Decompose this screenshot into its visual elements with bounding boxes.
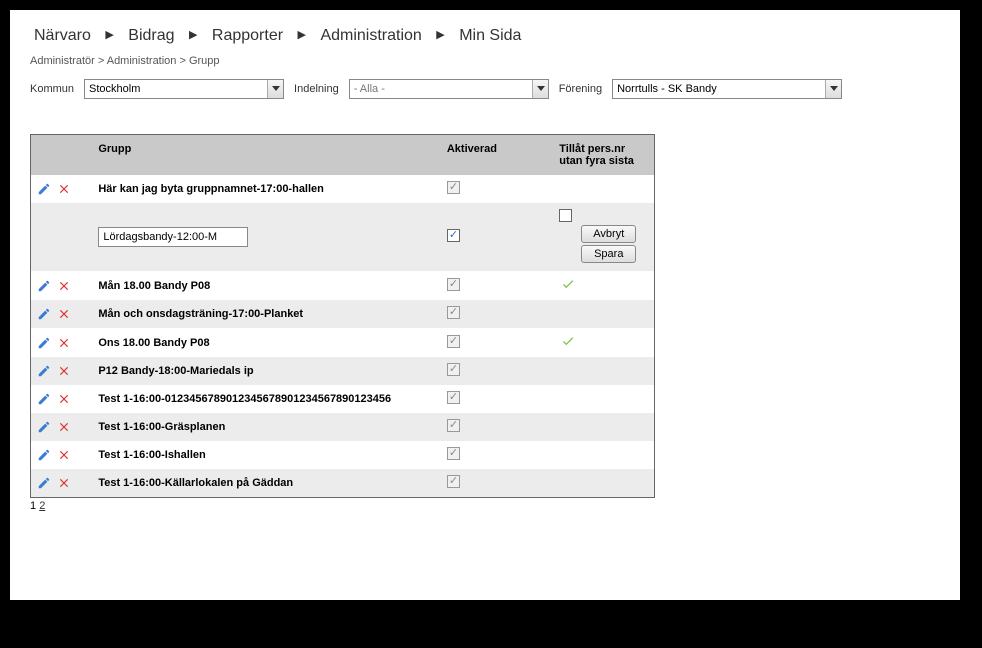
aktiverad-checkbox (447, 335, 460, 348)
header-actions (31, 135, 93, 176)
delete-icon[interactable] (57, 420, 71, 434)
table-row: Mån 18.00 Bandy P08 (31, 271, 655, 300)
tillat-checkbox[interactable] (559, 209, 572, 222)
main-nav: Närvaro ▶ Bidrag ▶ Rapporter ▶ Administr… (30, 25, 940, 47)
edit-icon[interactable] (37, 364, 51, 378)
forening-select[interactable]: Norrtulls - SK Bandy (612, 79, 842, 99)
group-name: Här kan jag byta gruppnamnet-17:00-halle… (92, 175, 441, 203)
filter-bar: Kommun Stockholm Indelning - Alla - Före… (30, 79, 940, 99)
nav-item-administration[interactable]: Administration (316, 25, 425, 47)
groups-table: Grupp Aktiverad Tillåt pers.nr utan fyra… (30, 134, 655, 498)
app-window: Närvaro ▶ Bidrag ▶ Rapporter ▶ Administr… (10, 10, 960, 600)
group-name: Ons 18.00 Bandy P08 (92, 328, 441, 357)
breadcrumb: Administratör > Administration > Grupp (30, 55, 940, 67)
edit-icon[interactable] (37, 476, 51, 490)
aktiverad-checkbox (447, 475, 460, 488)
header-aktiverad: Aktiverad (441, 135, 553, 176)
edit-icon[interactable] (37, 182, 51, 196)
delete-icon[interactable] (57, 448, 71, 462)
aktiverad-checkbox (447, 306, 460, 319)
group-name: Mån 18.00 Bandy P08 (92, 271, 441, 300)
header-tillat: Tillåt pers.nr utan fyra sista (553, 135, 654, 176)
checkmark-icon (559, 334, 575, 346)
edit-icon[interactable] (37, 420, 51, 434)
group-name: Test 1-16:00-012345678901234567890123456… (92, 385, 441, 413)
checkmark-icon (559, 277, 575, 289)
forening-label: Förening (559, 83, 602, 95)
kommun-select[interactable]: Stockholm (84, 79, 284, 99)
pager: 1 2 (30, 500, 940, 512)
aktiverad-checkbox (447, 363, 460, 376)
aktiverad-checkbox (447, 278, 460, 291)
cancel-button[interactable]: Avbryt (581, 225, 636, 243)
aktiverad-checkbox (447, 419, 460, 432)
delete-icon[interactable] (57, 307, 71, 321)
nav-item-rapporter[interactable]: Rapporter (208, 25, 287, 47)
kommun-label: Kommun (30, 83, 74, 95)
delete-icon[interactable] (57, 476, 71, 490)
table-row: Avbryt Spara (31, 203, 655, 271)
pager-current: 1 (30, 500, 36, 512)
indelning-label: Indelning (294, 83, 339, 95)
group-name: Test 1-16:00-Källarlokalen på Gäddan (92, 469, 441, 498)
group-name: P12 Bandy-18:00-Mariedals ip (92, 357, 441, 385)
pager-next[interactable]: 2 (39, 500, 45, 512)
edit-icon[interactable] (37, 336, 51, 350)
nav-sep-icon: ▶ (436, 28, 444, 41)
edit-icon[interactable] (37, 307, 51, 321)
nav-item-bidrag[interactable]: Bidrag (124, 25, 178, 47)
group-name: Test 1-16:00-Ishallen (92, 441, 441, 469)
nav-sep-icon: ▶ (298, 28, 306, 41)
delete-icon[interactable] (57, 392, 71, 406)
aktiverad-checkbox (447, 181, 460, 194)
delete-icon[interactable] (57, 279, 71, 293)
edit-icon[interactable] (37, 448, 51, 462)
table-row: Test 1-16:00-Ishallen (31, 441, 655, 469)
nav-item-minsida[interactable]: Min Sida (455, 25, 525, 47)
aktiverad-checkbox[interactable] (447, 229, 460, 242)
table-row: Test 1-16:00-Gräsplanen (31, 413, 655, 441)
aktiverad-checkbox (447, 447, 460, 460)
delete-icon[interactable] (57, 336, 71, 350)
nav-item-narvaro[interactable]: Närvaro (30, 25, 95, 47)
table-row: Här kan jag byta gruppnamnet-17:00-halle… (31, 175, 655, 203)
indelning-select[interactable]: - Alla - (349, 79, 549, 99)
aktiverad-checkbox (447, 391, 460, 404)
table-row: Test 1-16:00-012345678901234567890123456… (31, 385, 655, 413)
edit-icon[interactable] (37, 392, 51, 406)
header-grupp: Grupp (92, 135, 441, 176)
table-row: Test 1-16:00-Källarlokalen på Gäddan (31, 469, 655, 498)
table-row: Ons 18.00 Bandy P08 (31, 328, 655, 357)
save-button[interactable]: Spara (581, 245, 636, 263)
table-row: P12 Bandy-18:00-Mariedals ip (31, 357, 655, 385)
edit-icon[interactable] (37, 279, 51, 293)
nav-sep-icon: ▶ (189, 28, 197, 41)
table-row: Mån och onsdagsträning-17:00-Planket (31, 300, 655, 328)
delete-icon[interactable] (57, 182, 71, 196)
group-name-input[interactable] (98, 227, 248, 247)
nav-sep-icon: ▶ (105, 28, 113, 41)
group-name: Mån och onsdagsträning-17:00-Planket (92, 300, 441, 328)
delete-icon[interactable] (57, 364, 71, 378)
group-name: Test 1-16:00-Gräsplanen (92, 413, 441, 441)
